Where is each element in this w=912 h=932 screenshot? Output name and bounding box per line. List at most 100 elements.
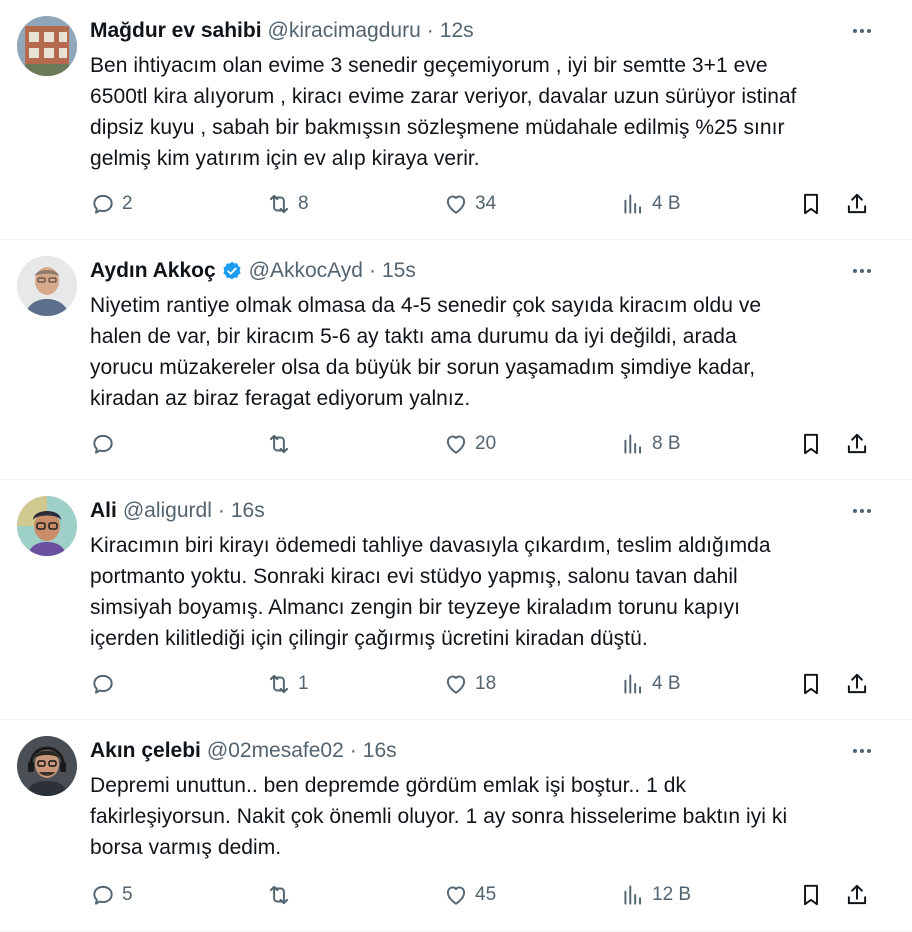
views-chart-icon — [624, 674, 642, 694]
author-name[interactable]: Akın çelebi — [90, 739, 201, 763]
bookmark-button[interactable] — [798, 189, 824, 219]
reply-button[interactable] — [90, 669, 122, 699]
views-chart-icon — [624, 885, 642, 905]
share-button[interactable] — [844, 429, 870, 459]
ellipsis-icon — [853, 749, 871, 753]
tweet[interactable]: Ali @aligurdl · 16s Kiracımın biri kiray… — [0, 480, 912, 720]
author-name[interactable]: Aydın Akkoç — [90, 259, 216, 283]
more-options-button[interactable] — [842, 257, 882, 285]
retweet-button[interactable]: 1 — [266, 669, 309, 699]
author-handle[interactable]: @02mesafe02 — [207, 739, 344, 763]
reply-button[interactable] — [90, 429, 122, 459]
avatar[interactable] — [17, 496, 77, 556]
retweet-icon — [269, 434, 289, 454]
views-chart-icon — [624, 194, 642, 214]
tweet-header: Aydın Akkoç @AkkocAyd · 15s — [90, 257, 872, 285]
separator-dot: · — [368, 259, 376, 282]
reply-icon — [93, 194, 113, 214]
tweet-header: Akın çelebi @02mesafe02 · 16s — [90, 737, 872, 765]
reply-button[interactable]: 5 — [90, 880, 133, 910]
timestamp[interactable]: 15s — [382, 259, 416, 283]
man-portrait-photo-icon — [17, 256, 77, 316]
like-button[interactable]: 18 — [443, 669, 496, 699]
views-button[interactable]: 4 B — [620, 189, 681, 219]
author-handle[interactable]: @aligurdl — [123, 499, 212, 523]
share-button[interactable] — [844, 880, 870, 910]
tweet-actions: 1 18 4 B — [88, 669, 882, 699]
retweet-icon — [269, 885, 289, 905]
avatar[interactable] — [17, 256, 77, 316]
building-photo-icon — [17, 16, 77, 76]
author-name[interactable]: Mağdur ev sahibi — [90, 19, 262, 43]
timestamp[interactable]: 16s — [363, 739, 397, 763]
reply-count: 2 — [122, 193, 133, 214]
retweet-button[interactable] — [266, 429, 298, 459]
author-handle[interactable]: @kiracimagduru — [268, 19, 421, 43]
more-options-button[interactable] — [842, 737, 882, 765]
retweet-button[interactable] — [266, 880, 298, 910]
author-name[interactable]: Ali — [90, 499, 117, 523]
bookmark-button[interactable] — [798, 669, 824, 699]
ellipsis-icon — [853, 269, 871, 273]
tweet-actions: 5 45 12 B — [88, 880, 882, 910]
ellipsis-icon — [853, 29, 871, 33]
reply-count: 5 — [122, 884, 133, 905]
heart-icon — [446, 886, 466, 905]
tweet-header: Ali @aligurdl · 16s — [90, 497, 872, 525]
bookmark-icon — [804, 193, 818, 215]
retweet-count: 8 — [298, 193, 309, 214]
bookmark-icon — [804, 433, 818, 455]
man-headphones-photo-icon — [17, 736, 77, 796]
tweet-feed: Mağdur ev sahibi @kiracimagduru · 12s Be… — [0, 0, 912, 932]
reply-button[interactable]: 2 — [90, 189, 133, 219]
heart-icon — [446, 675, 466, 694]
avatar[interactable] — [17, 16, 77, 76]
tweet-header: Mağdur ev sahibi @kiracimagduru · 12s — [90, 17, 872, 45]
share-icon — [847, 673, 867, 694]
tweet-text: Kiracımın biri kirayı ödemedi tahliye da… — [90, 534, 771, 650]
author-handle[interactable]: @AkkocAyd — [249, 259, 363, 283]
view-count: 8 B — [652, 433, 681, 454]
separator-dot: · — [426, 19, 434, 42]
timestamp[interactable]: 12s — [440, 19, 474, 43]
like-button[interactable]: 34 — [443, 189, 496, 219]
bookmark-button[interactable] — [798, 429, 824, 459]
view-count: 4 B — [652, 673, 681, 694]
views-button[interactable]: 4 B — [620, 669, 681, 699]
share-icon — [847, 884, 867, 905]
heart-icon — [446, 435, 466, 454]
verified-badge-icon — [223, 261, 241, 280]
reply-icon — [93, 885, 113, 905]
like-count: 45 — [475, 884, 497, 905]
like-button[interactable]: 20 — [443, 429, 496, 459]
tweet-actions: 2 8 34 4 B — [88, 189, 882, 219]
more-options-button[interactable] — [842, 497, 882, 525]
share-icon — [847, 433, 867, 454]
tweet[interactable]: Akın çelebi @02mesafe02 · 16s Depremi un… — [0, 720, 912, 932]
view-count: 4 B — [652, 193, 681, 214]
more-options-button[interactable] — [842, 17, 882, 45]
separator-dot: · — [349, 739, 357, 762]
views-button[interactable]: 8 B — [620, 429, 681, 459]
view-count: 12 B — [652, 884, 692, 905]
illustrated-avatar-icon — [17, 496, 77, 556]
avatar[interactable] — [17, 736, 77, 796]
reply-icon — [93, 434, 113, 454]
retweet-count: 1 — [298, 673, 309, 694]
like-button[interactable]: 45 — [443, 880, 496, 910]
bookmark-button[interactable] — [798, 880, 824, 910]
tweet[interactable]: Aydın Akkoç @AkkocAyd · 15s Niyetim rant… — [0, 240, 912, 480]
bookmark-icon — [804, 884, 818, 906]
views-button[interactable]: 12 B — [620, 880, 691, 910]
views-chart-icon — [624, 434, 642, 454]
retweet-button[interactable]: 8 — [266, 189, 309, 219]
share-button[interactable] — [844, 669, 870, 699]
share-icon — [847, 193, 867, 214]
ellipsis-icon — [853, 509, 871, 513]
tweet-text: Niyetim rantiye olmak olmasa da 4-5 sene… — [90, 294, 762, 410]
retweet-icon — [269, 194, 289, 214]
tweet-actions: 20 8 B — [88, 429, 882, 459]
tweet[interactable]: Mağdur ev sahibi @kiracimagduru · 12s Be… — [0, 0, 912, 240]
timestamp[interactable]: 16s — [231, 499, 265, 523]
share-button[interactable] — [844, 189, 870, 219]
